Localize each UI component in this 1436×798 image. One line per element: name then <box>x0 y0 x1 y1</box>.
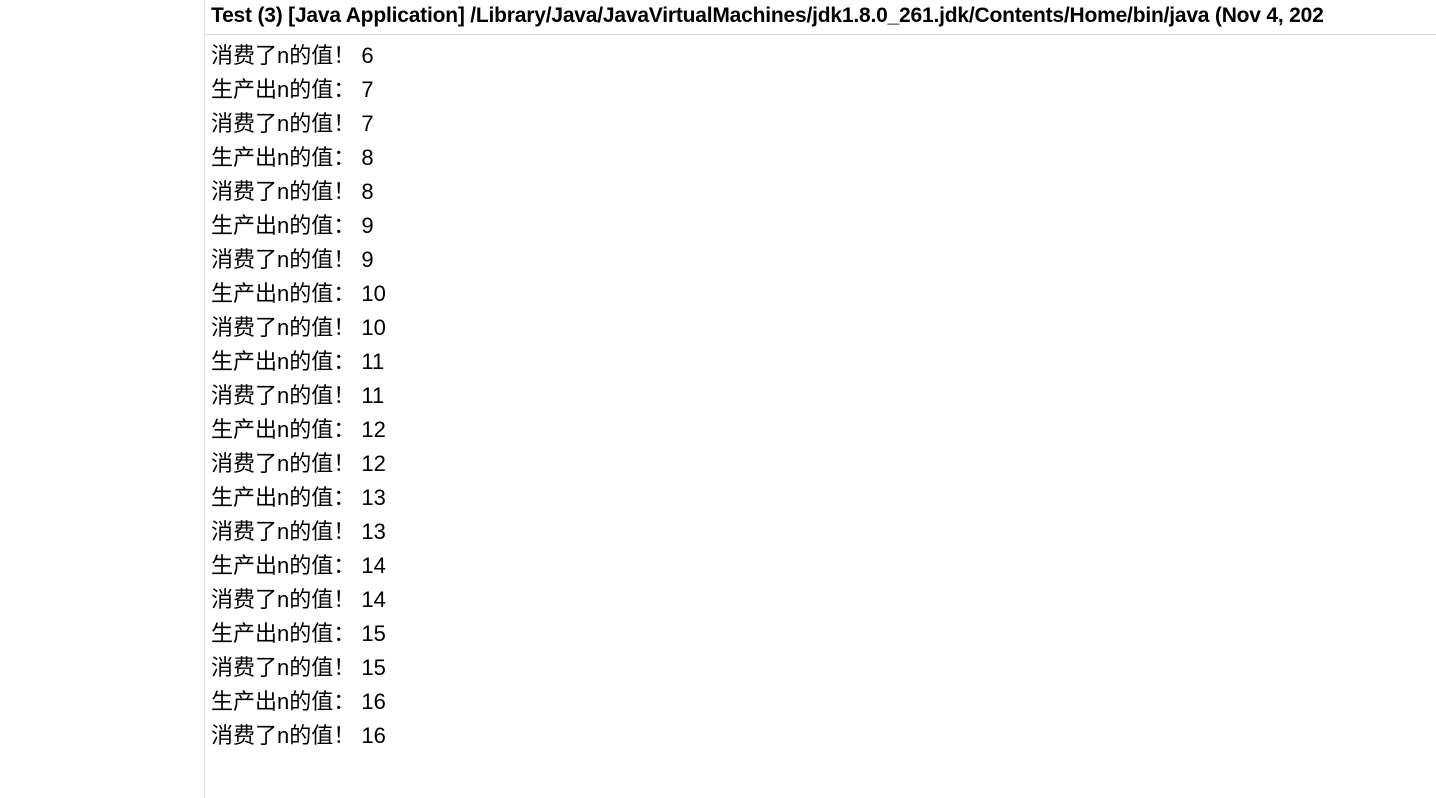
console-line: 消费了n的值！ 16 <box>211 719 1430 753</box>
console-output[interactable]: 消费了n的值！ 6 生产出n的值： 7 消费了n的值！ 7 生产出n的值： 8 … <box>205 35 1436 798</box>
console-line: 生产出n的值： 12 <box>211 413 1430 447</box>
console-line: 生产出n的值： 9 <box>211 209 1430 243</box>
console-line: 消费了n的值！ 13 <box>211 515 1430 549</box>
console-line: 消费了n的值！ 8 <box>211 175 1430 209</box>
console-container: Test (3) [Java Application] /Library/Jav… <box>0 0 1436 798</box>
console-panel: Test (3) [Java Application] /Library/Jav… <box>204 0 1436 798</box>
console-line: 生产出n的值： 14 <box>211 549 1430 583</box>
console-line: 生产出n的值： 13 <box>211 481 1430 515</box>
console-line: 消费了n的值！ 12 <box>211 447 1430 481</box>
console-line: 生产出n的值： 16 <box>211 685 1430 719</box>
console-line: 消费了n的值！ 11 <box>211 379 1430 413</box>
console-line: 消费了n的值！ 6 <box>211 39 1430 73</box>
console-header: Test (3) [Java Application] /Library/Jav… <box>205 0 1436 35</box>
console-line: 消费了n的值！ 14 <box>211 583 1430 617</box>
console-line: 生产出n的值： 11 <box>211 345 1430 379</box>
console-line: 消费了n的值！ 7 <box>211 107 1430 141</box>
console-line: 消费了n的值！ 9 <box>211 243 1430 277</box>
console-line: 生产出n的值： 8 <box>211 141 1430 175</box>
console-line: 生产出n的值： 15 <box>211 617 1430 651</box>
console-line: 消费了n的值！ 10 <box>211 311 1430 345</box>
console-line: 消费了n的值！ 15 <box>211 651 1430 685</box>
console-line: 生产出n的值： 7 <box>211 73 1430 107</box>
left-gutter <box>0 0 204 798</box>
console-line: 生产出n的值： 10 <box>211 277 1430 311</box>
